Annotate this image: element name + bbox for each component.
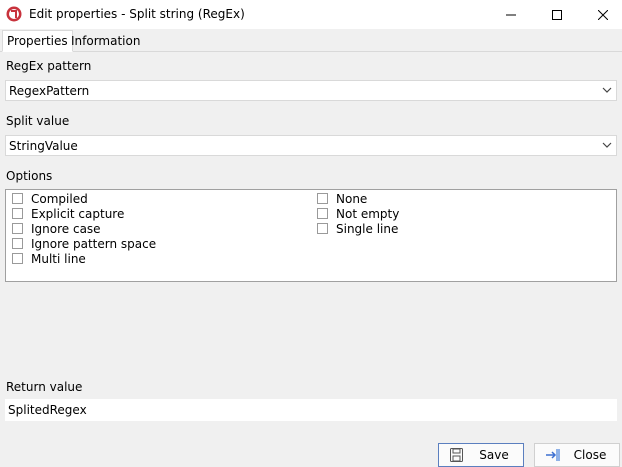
tab-strip: Properties Information <box>0 29 622 52</box>
tab-information[interactable]: Information <box>67 31 144 51</box>
checkbox[interactable] <box>12 238 23 249</box>
tab-properties[interactable]: Properties <box>2 30 73 52</box>
split-value-value: StringValue <box>9 139 78 153</box>
checkbox[interactable] <box>317 208 328 219</box>
options-checklist: Compiled Explicit capture Ignore case Ig… <box>5 189 617 282</box>
maximize-button[interactable] <box>534 0 580 29</box>
checkbox[interactable] <box>12 253 23 264</box>
options-label: Options <box>6 169 53 183</box>
option-label: Compiled <box>31 191 88 206</box>
window-title: Edit properties - Split string (RegEx) <box>29 7 245 21</box>
checkbox[interactable] <box>12 193 23 204</box>
checkbox[interactable] <box>12 208 23 219</box>
close-button[interactable]: Close <box>534 443 620 467</box>
return-value-input[interactable]: SplitedRegex <box>5 399 617 421</box>
option-compiled[interactable]: Compiled <box>12 191 88 206</box>
app-logo-icon <box>6 6 22 22</box>
checkbox[interactable] <box>317 193 328 204</box>
checkbox[interactable] <box>12 223 23 234</box>
option-explicit-capture[interactable]: Explicit capture <box>12 206 124 221</box>
close-icon <box>598 9 608 20</box>
option-label: Ignore case <box>31 221 101 236</box>
chevron-down-icon[interactable] <box>602 87 612 94</box>
regex-pattern-label: RegEx pattern <box>6 59 92 73</box>
chevron-down-icon[interactable] <box>602 142 612 149</box>
option-ignore-pattern-space[interactable]: Ignore pattern space <box>12 236 156 251</box>
minimize-button[interactable] <box>488 0 534 29</box>
split-value-combobox[interactable]: StringValue <box>5 135 617 156</box>
save-label: Save <box>479 448 509 462</box>
option-single-line[interactable]: Single line <box>317 221 398 236</box>
option-none[interactable]: None <box>317 191 367 206</box>
option-label: Not empty <box>336 206 400 221</box>
save-button[interactable]: Save <box>438 443 524 467</box>
option-label: None <box>336 191 368 206</box>
option-multi-line[interactable]: Multi line <box>12 251 86 266</box>
regex-pattern-value: RegexPattern <box>9 84 90 98</box>
maximize-icon <box>552 9 562 20</box>
close-label: Close <box>573 448 607 462</box>
title-bar: Edit properties - Split string (RegEx) <box>0 0 622 29</box>
option-label: Multi line <box>31 251 86 266</box>
return-value-label: Return value <box>6 380 83 394</box>
split-value-label: Split value <box>6 114 70 128</box>
option-not-empty[interactable]: Not empty <box>317 206 399 221</box>
close-window-button[interactable] <box>580 0 622 29</box>
regex-pattern-combobox[interactable]: RegexPattern <box>5 80 617 101</box>
option-label: Explicit capture <box>31 206 125 221</box>
option-label: Ignore pattern space <box>31 236 157 251</box>
option-ignore-case[interactable]: Ignore case <box>12 221 101 236</box>
checkbox[interactable] <box>317 223 328 234</box>
minimize-icon <box>506 14 516 15</box>
option-label: Single line <box>336 221 399 236</box>
return-value-text: SplitedRegex <box>8 403 87 417</box>
